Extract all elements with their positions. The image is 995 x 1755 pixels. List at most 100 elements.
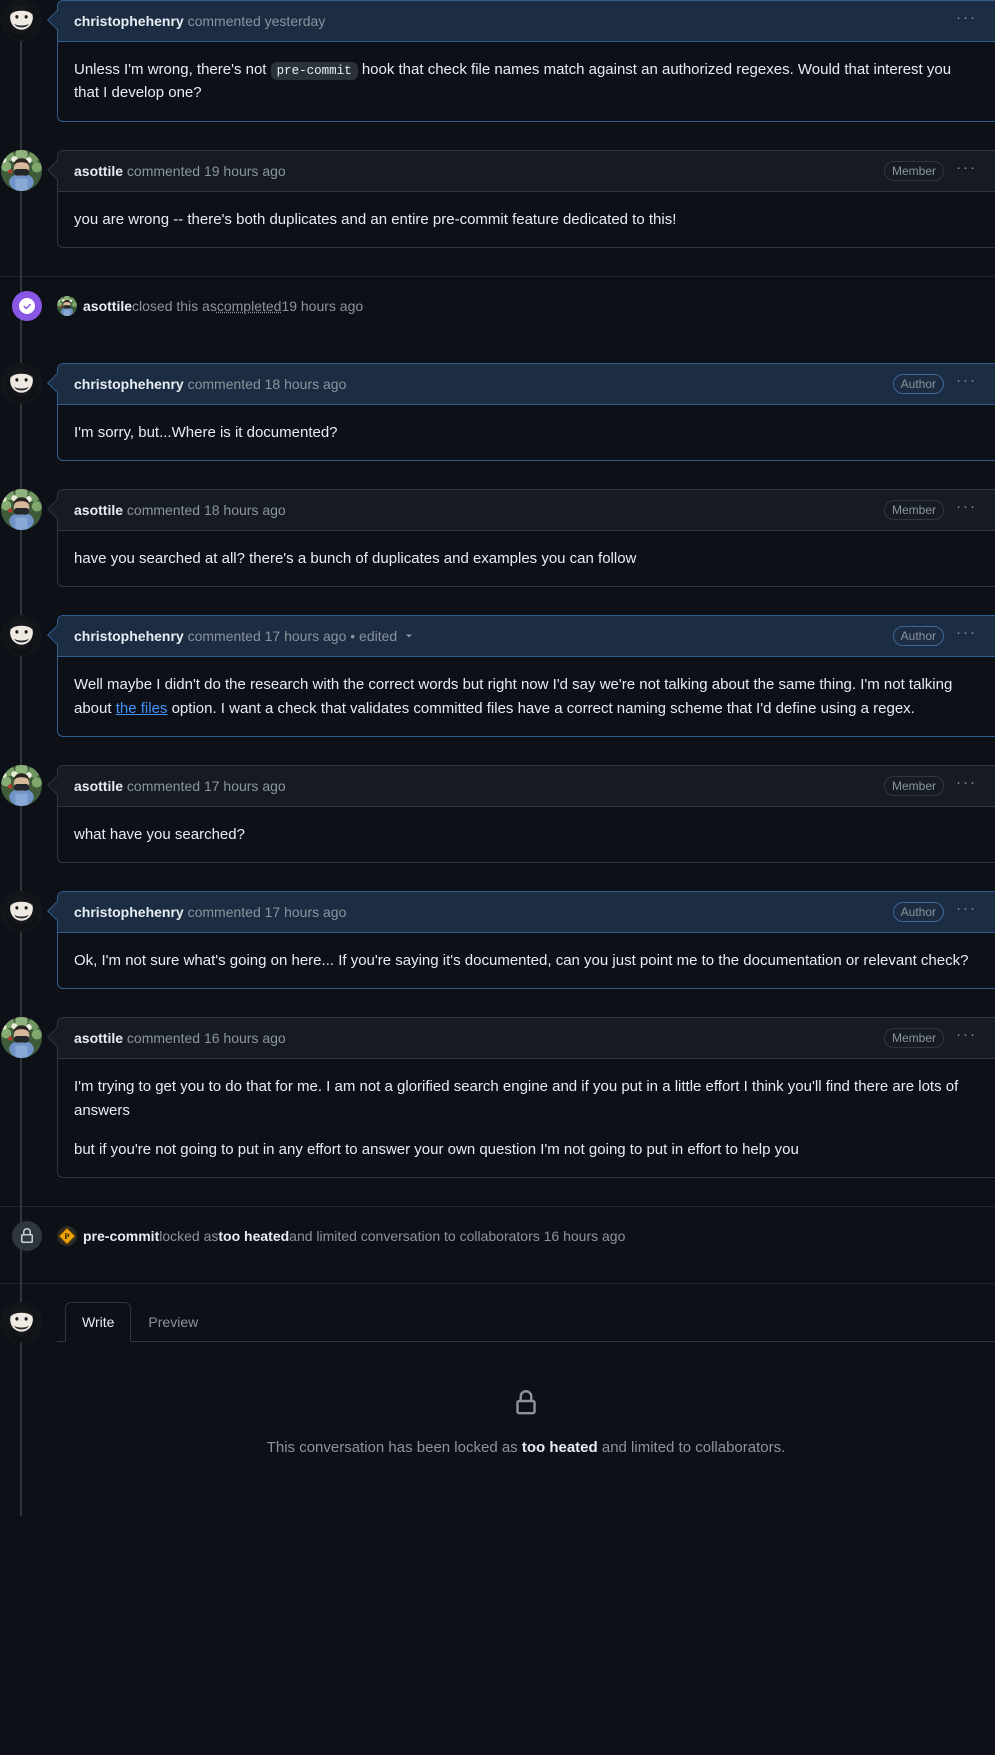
locked-message: This conversation has been locked as too… (77, 1439, 975, 1456)
composer-panel: Write Preview This conversation has been l… (57, 1302, 995, 1516)
comment-paragraph: have you searched at all? there's a bunc… (74, 547, 979, 570)
comment-menu-button[interactable]: ··· (954, 625, 979, 644)
comment-author[interactable]: asottile (74, 778, 123, 794)
timeline-comment: asottile commented 18 hours ago Member ···… (0, 489, 995, 588)
comment-timestamp[interactable]: 16 hours ago (204, 1030, 286, 1046)
comment-timestamp[interactable]: yesterday (265, 13, 326, 29)
event-actor-avatar[interactable] (57, 295, 77, 316)
locked-message-emphasis: too heated (521, 1439, 598, 1457)
avatar[interactable] (1, 362, 42, 404)
comment-action: commented (187, 13, 261, 29)
comment-timestamp[interactable]: 17 hours ago (265, 904, 347, 920)
comment-card: asottile commented 18 hours ago Member ···… (47, 489, 995, 588)
body-text: Unless I'm wrong, there's not (74, 61, 271, 78)
event-icon-wrap (0, 290, 57, 321)
avatar[interactable] (1, 891, 42, 933)
comment-header: asottile commented 18 hours ago Member ··· (47, 490, 995, 532)
event-actor[interactable]: asottile (83, 298, 132, 314)
closed-completed-icon (12, 290, 42, 321)
role-badge: Member (883, 1028, 944, 1049)
lock-icon (77, 1390, 975, 1421)
comment-author[interactable]: christophehenry (74, 376, 184, 392)
body-text: I'm trying to get you to do that for me.… (74, 1078, 959, 1119)
event-emphasis: completed (216, 297, 282, 314)
comment-header-actions: ··· (944, 10, 979, 29)
avatar[interactable] (1, 0, 42, 41)
comment-author[interactable]: asottile (74, 163, 123, 179)
timeline-gap (0, 737, 995, 765)
comment-timestamp[interactable]: 18 hours ago (204, 502, 286, 518)
comment-menu-button[interactable]: ··· (954, 499, 979, 518)
avatar[interactable] (1, 149, 42, 191)
comment-action: commented (126, 1030, 201, 1047)
comment-header-actions: Member ··· (874, 775, 979, 796)
avatar[interactable] (1, 1017, 42, 1059)
comment-paragraph: I'm trying to get you to do that for me.… (74, 1075, 979, 1122)
event-emphasis: too heated (218, 1228, 290, 1245)
timeline-gap (0, 863, 995, 891)
event-text-after: and limited conversation to collaborator… (289, 1228, 626, 1245)
body-link[interactable]: the files (116, 700, 168, 717)
comment-byline: christophehenry commented 18 hours ago (74, 376, 346, 392)
event-actor-avatar[interactable]: P (57, 1226, 77, 1247)
comment-header-actions: Author ··· (883, 373, 979, 394)
comment-author[interactable]: christophehenry (74, 13, 184, 29)
locked-message-suffix: and limited to collaborators. (597, 1439, 786, 1457)
comment-menu-button[interactable]: ··· (954, 373, 979, 392)
comment-author[interactable]: asottile (74, 502, 123, 518)
comment-byline: asottile commented 16 hours ago (74, 1030, 286, 1046)
tab-preview[interactable]: Preview (131, 1302, 215, 1342)
comment-header: christophehenry commented 17 hours ago •… (47, 616, 995, 658)
comment-timestamp[interactable]: 19 hours ago (204, 163, 286, 179)
comment-byline: asottile commented 18 hours ago (74, 502, 286, 518)
comment-card: christophehenry commented 18 hours ago Au… (47, 362, 995, 462)
comment-menu-button[interactable]: ··· (954, 10, 979, 29)
comment-action: commented (126, 777, 201, 794)
timeline-event: asottile closed this as completed 19 hou… (0, 277, 995, 335)
avatar[interactable] (1, 489, 42, 531)
chevron-down-icon[interactable] (403, 629, 415, 645)
comment-action: commented (126, 502, 201, 519)
comment-byline: christophehenry commented yesterday (74, 13, 325, 29)
comment-author[interactable]: christophehenry (74, 904, 184, 920)
current-user-avatar[interactable] (1, 1302, 42, 1344)
comment-header: christophehenry commented yesterday ··· (47, 1, 995, 42)
comment-menu-button[interactable]: ··· (954, 160, 979, 179)
comment-header-actions: Member ··· (874, 499, 979, 521)
comment-timestamp[interactable]: 17 hours ago (265, 628, 347, 644)
comment-header-actions: Author ··· (883, 625, 979, 647)
avatar[interactable] (1, 764, 42, 806)
comment-author[interactable]: christophehenry (74, 628, 184, 644)
comment-menu-button[interactable]: ··· (954, 901, 979, 920)
comment-paragraph: you are wrong -- there's both duplicates… (74, 208, 979, 231)
timeline-comment: christophehenry commented yesterday ··· Un… (0, 0, 995, 122)
tab-write[interactable]: Write (65, 1302, 132, 1343)
event-text-after: 19 hours ago (281, 297, 364, 314)
body-text: what have you searched? (74, 825, 245, 843)
avatar-column (0, 891, 57, 933)
avatar-column (0, 1302, 57, 1344)
avatar[interactable] (1, 615, 42, 657)
comment-author[interactable]: asottile (74, 1030, 123, 1046)
comment-paragraph: what have you searched? (74, 823, 979, 846)
comment-timestamp[interactable]: 17 hours ago (204, 778, 286, 794)
event-actor[interactable]: pre-commit (83, 1228, 159, 1244)
avatar-column (0, 362, 57, 404)
comment-paragraph: Well maybe I didn't do the research with… (74, 673, 979, 720)
comment-header: christophehenry commented 18 hours ago Au… (47, 363, 995, 405)
timeline-comment: christophehenry commented 17 hours ago •… (0, 615, 995, 737)
comment-timestamp[interactable]: 18 hours ago (265, 376, 347, 392)
body-text: Ok, I'm not sure what's going on here...… (74, 952, 969, 970)
timeline-gap (0, 122, 995, 150)
edited-label[interactable]: • edited (350, 628, 397, 644)
comment-header: asottile commented 16 hours ago Member ··· (47, 1018, 995, 1060)
comment-menu-button[interactable]: ··· (954, 1027, 979, 1046)
timeline-gap (0, 587, 995, 615)
comment-header: asottile commented 19 hours ago Member ··· (47, 150, 995, 192)
comment-card: christophehenry commented 17 hours ago •… (47, 615, 995, 737)
comment-action: commented (187, 375, 261, 392)
timeline-event: Ppre-commit locked as too heated and lim… (0, 1207, 995, 1265)
avatar-column (0, 1017, 57, 1059)
comment-menu-button[interactable]: ··· (954, 775, 979, 794)
timeline-gap (0, 1265, 995, 1283)
